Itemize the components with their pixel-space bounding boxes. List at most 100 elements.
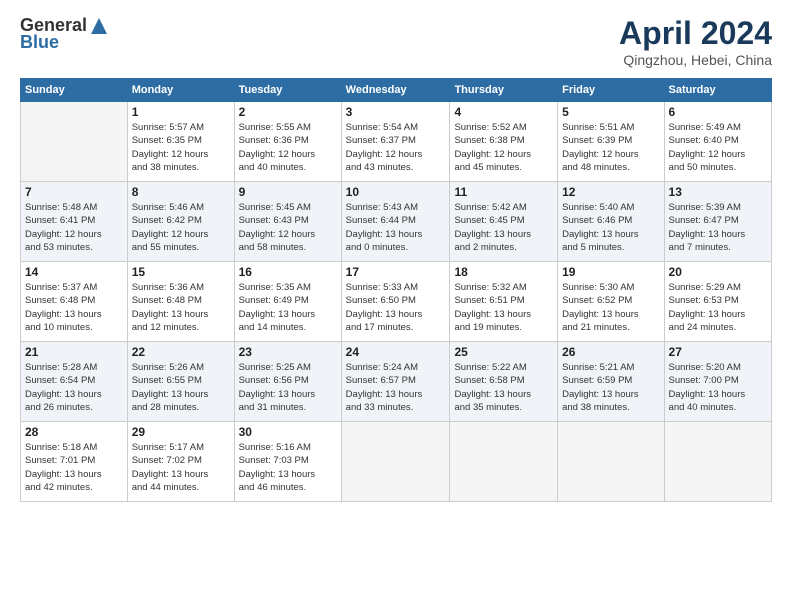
day-info: Sunrise: 5:57 AM Sunset: 6:35 PM Dayligh… (132, 121, 230, 174)
day-info: Sunrise: 5:21 AM Sunset: 6:59 PM Dayligh… (562, 361, 659, 414)
week-row-2: 7 Sunrise: 5:48 AM Sunset: 6:41 PM Daylig… (21, 182, 772, 262)
day-cell: 26 Sunrise: 5:21 AM Sunset: 6:59 PM Dayli… (558, 342, 664, 422)
day-cell: 2 Sunrise: 5:55 AM Sunset: 6:36 PM Daylig… (234, 102, 341, 182)
day-cell: 23Sunrise: 5:25 AM Sunset: 6:56 PM Dayli… (234, 342, 341, 422)
day-number: 11 (454, 185, 553, 199)
day-info: Sunrise: 5:16 AM Sunset: 7:03 PM Dayligh… (239, 441, 337, 494)
day-number: 8 (132, 185, 230, 199)
month-title: April 2024 (619, 15, 772, 52)
header-saturday: Saturday (664, 79, 771, 102)
day-info: Sunrise: 5:43 AM Sunset: 6:44 PM Dayligh… (346, 201, 446, 254)
day-cell: 17 Sunrise: 5:33 AM Sunset: 6:50 PM Dayli… (341, 262, 450, 342)
day-cell: 7 Sunrise: 5:48 AM Sunset: 6:41 PM Daylig… (21, 182, 128, 262)
day-number: 21 (25, 345, 123, 359)
day-info: Sunrise: 5:52 AM Sunset: 6:38 PM Dayligh… (454, 121, 553, 174)
day-number: 6 (669, 105, 767, 119)
day-number: 7 (25, 185, 123, 199)
day-number: 17 (346, 265, 446, 279)
day-cell: 8Sunrise: 5:46 AM Sunset: 6:42 PM Daylig… (127, 182, 234, 262)
day-number: 29 (132, 425, 230, 439)
day-number: 13 (669, 185, 767, 199)
day-cell: 29 Sunrise: 5:17 AM Sunset: 7:02 PM Dayli… (127, 422, 234, 502)
day-cell: 4 Sunrise: 5:52 AM Sunset: 6:38 PM Daylig… (450, 102, 558, 182)
day-info: Sunrise: 5:51 AM Sunset: 6:39 PM Dayligh… (562, 121, 659, 174)
day-info: Sunrise: 5:35 AM Sunset: 6:49 PM Dayligh… (239, 281, 337, 334)
day-number: 27 (669, 345, 767, 359)
page: General Blue April 2024 Qingzhou, Hebei,… (0, 0, 792, 612)
header-thursday: Thursday (450, 79, 558, 102)
day-cell: 3 Sunrise: 5:54 AM Sunset: 6:37 PM Daylig… (341, 102, 450, 182)
day-number: 14 (25, 265, 123, 279)
day-cell (558, 422, 664, 502)
day-cell: 6 Sunrise: 5:49 AM Sunset: 6:40 PM Daylig… (664, 102, 771, 182)
day-number: 18 (454, 265, 553, 279)
day-info: Sunrise: 5:55 AM Sunset: 6:36 PM Dayligh… (239, 121, 337, 174)
day-number: 25 (454, 345, 553, 359)
day-info: Sunrise: 5:22 AM Sunset: 6:58 PM Dayligh… (454, 361, 553, 414)
day-number: 3 (346, 105, 446, 119)
day-number: 4 (454, 105, 553, 119)
day-info: Sunrise: 5:48 AM Sunset: 6:41 PM Dayligh… (25, 201, 123, 254)
day-cell: 30Sunrise: 5:16 AM Sunset: 7:03 PM Dayli… (234, 422, 341, 502)
day-number: 22 (132, 345, 230, 359)
day-cell: 20 Sunrise: 5:29 AM Sunset: 6:53 PM Dayli… (664, 262, 771, 342)
day-cell: 24 Sunrise: 5:24 AM Sunset: 6:57 PM Dayli… (341, 342, 450, 422)
day-cell: 28Sunrise: 5:18 AM Sunset: 7:01 PM Dayli… (21, 422, 128, 502)
day-cell: 10 Sunrise: 5:43 AM Sunset: 6:44 PM Dayli… (341, 182, 450, 262)
day-info: Sunrise: 5:17 AM Sunset: 7:02 PM Dayligh… (132, 441, 230, 494)
logo-icon (89, 16, 109, 36)
day-info: Sunrise: 5:42 AM Sunset: 6:45 PM Dayligh… (454, 201, 553, 254)
week-row-4: 21 Sunrise: 5:28 AM Sunset: 6:54 PM Dayli… (21, 342, 772, 422)
day-cell: 18Sunrise: 5:32 AM Sunset: 6:51 PM Dayli… (450, 262, 558, 342)
day-info: Sunrise: 5:40 AM Sunset: 6:46 PM Dayligh… (562, 201, 659, 254)
day-cell: 25 Sunrise: 5:22 AM Sunset: 6:58 PM Dayli… (450, 342, 558, 422)
day-info: Sunrise: 5:30 AM Sunset: 6:52 PM Dayligh… (562, 281, 659, 334)
day-number: 15 (132, 265, 230, 279)
day-number: 10 (346, 185, 446, 199)
day-number: 12 (562, 185, 659, 199)
day-cell (341, 422, 450, 502)
day-cell: 5Sunrise: 5:51 AM Sunset: 6:39 PM Daylig… (558, 102, 664, 182)
location: Qingzhou, Hebei, China (619, 52, 772, 68)
day-cell (450, 422, 558, 502)
header-row: SundayMondayTuesdayWednesdayThursdayFrid… (21, 79, 772, 102)
day-number: 28 (25, 425, 123, 439)
week-row-1: 1 Sunrise: 5:57 AM Sunset: 6:35 PM Daylig… (21, 102, 772, 182)
day-number: 9 (239, 185, 337, 199)
header: General Blue April 2024 Qingzhou, Hebei,… (20, 15, 772, 68)
day-info: Sunrise: 5:26 AM Sunset: 6:55 PM Dayligh… (132, 361, 230, 414)
day-info: Sunrise: 5:28 AM Sunset: 6:54 PM Dayligh… (25, 361, 123, 414)
day-number: 2 (239, 105, 337, 119)
week-row-3: 14 Sunrise: 5:37 AM Sunset: 6:48 PM Dayli… (21, 262, 772, 342)
day-cell: 13 Sunrise: 5:39 AM Sunset: 6:47 PM Dayli… (664, 182, 771, 262)
day-cell: 15 Sunrise: 5:36 AM Sunset: 6:48 PM Dayli… (127, 262, 234, 342)
day-info: Sunrise: 5:37 AM Sunset: 6:48 PM Dayligh… (25, 281, 123, 334)
day-number: 26 (562, 345, 659, 359)
day-cell: 1 Sunrise: 5:57 AM Sunset: 6:35 PM Daylig… (127, 102, 234, 182)
day-cell: 11 Sunrise: 5:42 AM Sunset: 6:45 PM Dayli… (450, 182, 558, 262)
day-cell (21, 102, 128, 182)
day-info: Sunrise: 5:54 AM Sunset: 6:37 PM Dayligh… (346, 121, 446, 174)
day-info: Sunrise: 5:33 AM Sunset: 6:50 PM Dayligh… (346, 281, 446, 334)
day-info: Sunrise: 5:39 AM Sunset: 6:47 PM Dayligh… (669, 201, 767, 254)
day-cell: 14 Sunrise: 5:37 AM Sunset: 6:48 PM Dayli… (21, 262, 128, 342)
day-number: 1 (132, 105, 230, 119)
header-monday: Monday (127, 79, 234, 102)
logo: General Blue (20, 15, 109, 53)
day-number: 23 (239, 345, 337, 359)
day-info: Sunrise: 5:24 AM Sunset: 6:57 PM Dayligh… (346, 361, 446, 414)
title-section: April 2024 Qingzhou, Hebei, China (619, 15, 772, 68)
header-wednesday: Wednesday (341, 79, 450, 102)
day-info: Sunrise: 5:36 AM Sunset: 6:48 PM Dayligh… (132, 281, 230, 334)
day-cell (664, 422, 771, 502)
header-friday: Friday (558, 79, 664, 102)
day-cell: 22 Sunrise: 5:26 AM Sunset: 6:55 PM Dayli… (127, 342, 234, 422)
day-cell: 12 Sunrise: 5:40 AM Sunset: 6:46 PM Dayli… (558, 182, 664, 262)
day-info: Sunrise: 5:49 AM Sunset: 6:40 PM Dayligh… (669, 121, 767, 174)
day-number: 20 (669, 265, 767, 279)
day-number: 16 (239, 265, 337, 279)
day-cell: 9Sunrise: 5:45 AM Sunset: 6:43 PM Daylig… (234, 182, 341, 262)
day-number: 24 (346, 345, 446, 359)
day-info: Sunrise: 5:29 AM Sunset: 6:53 PM Dayligh… (669, 281, 767, 334)
header-sunday: Sunday (21, 79, 128, 102)
